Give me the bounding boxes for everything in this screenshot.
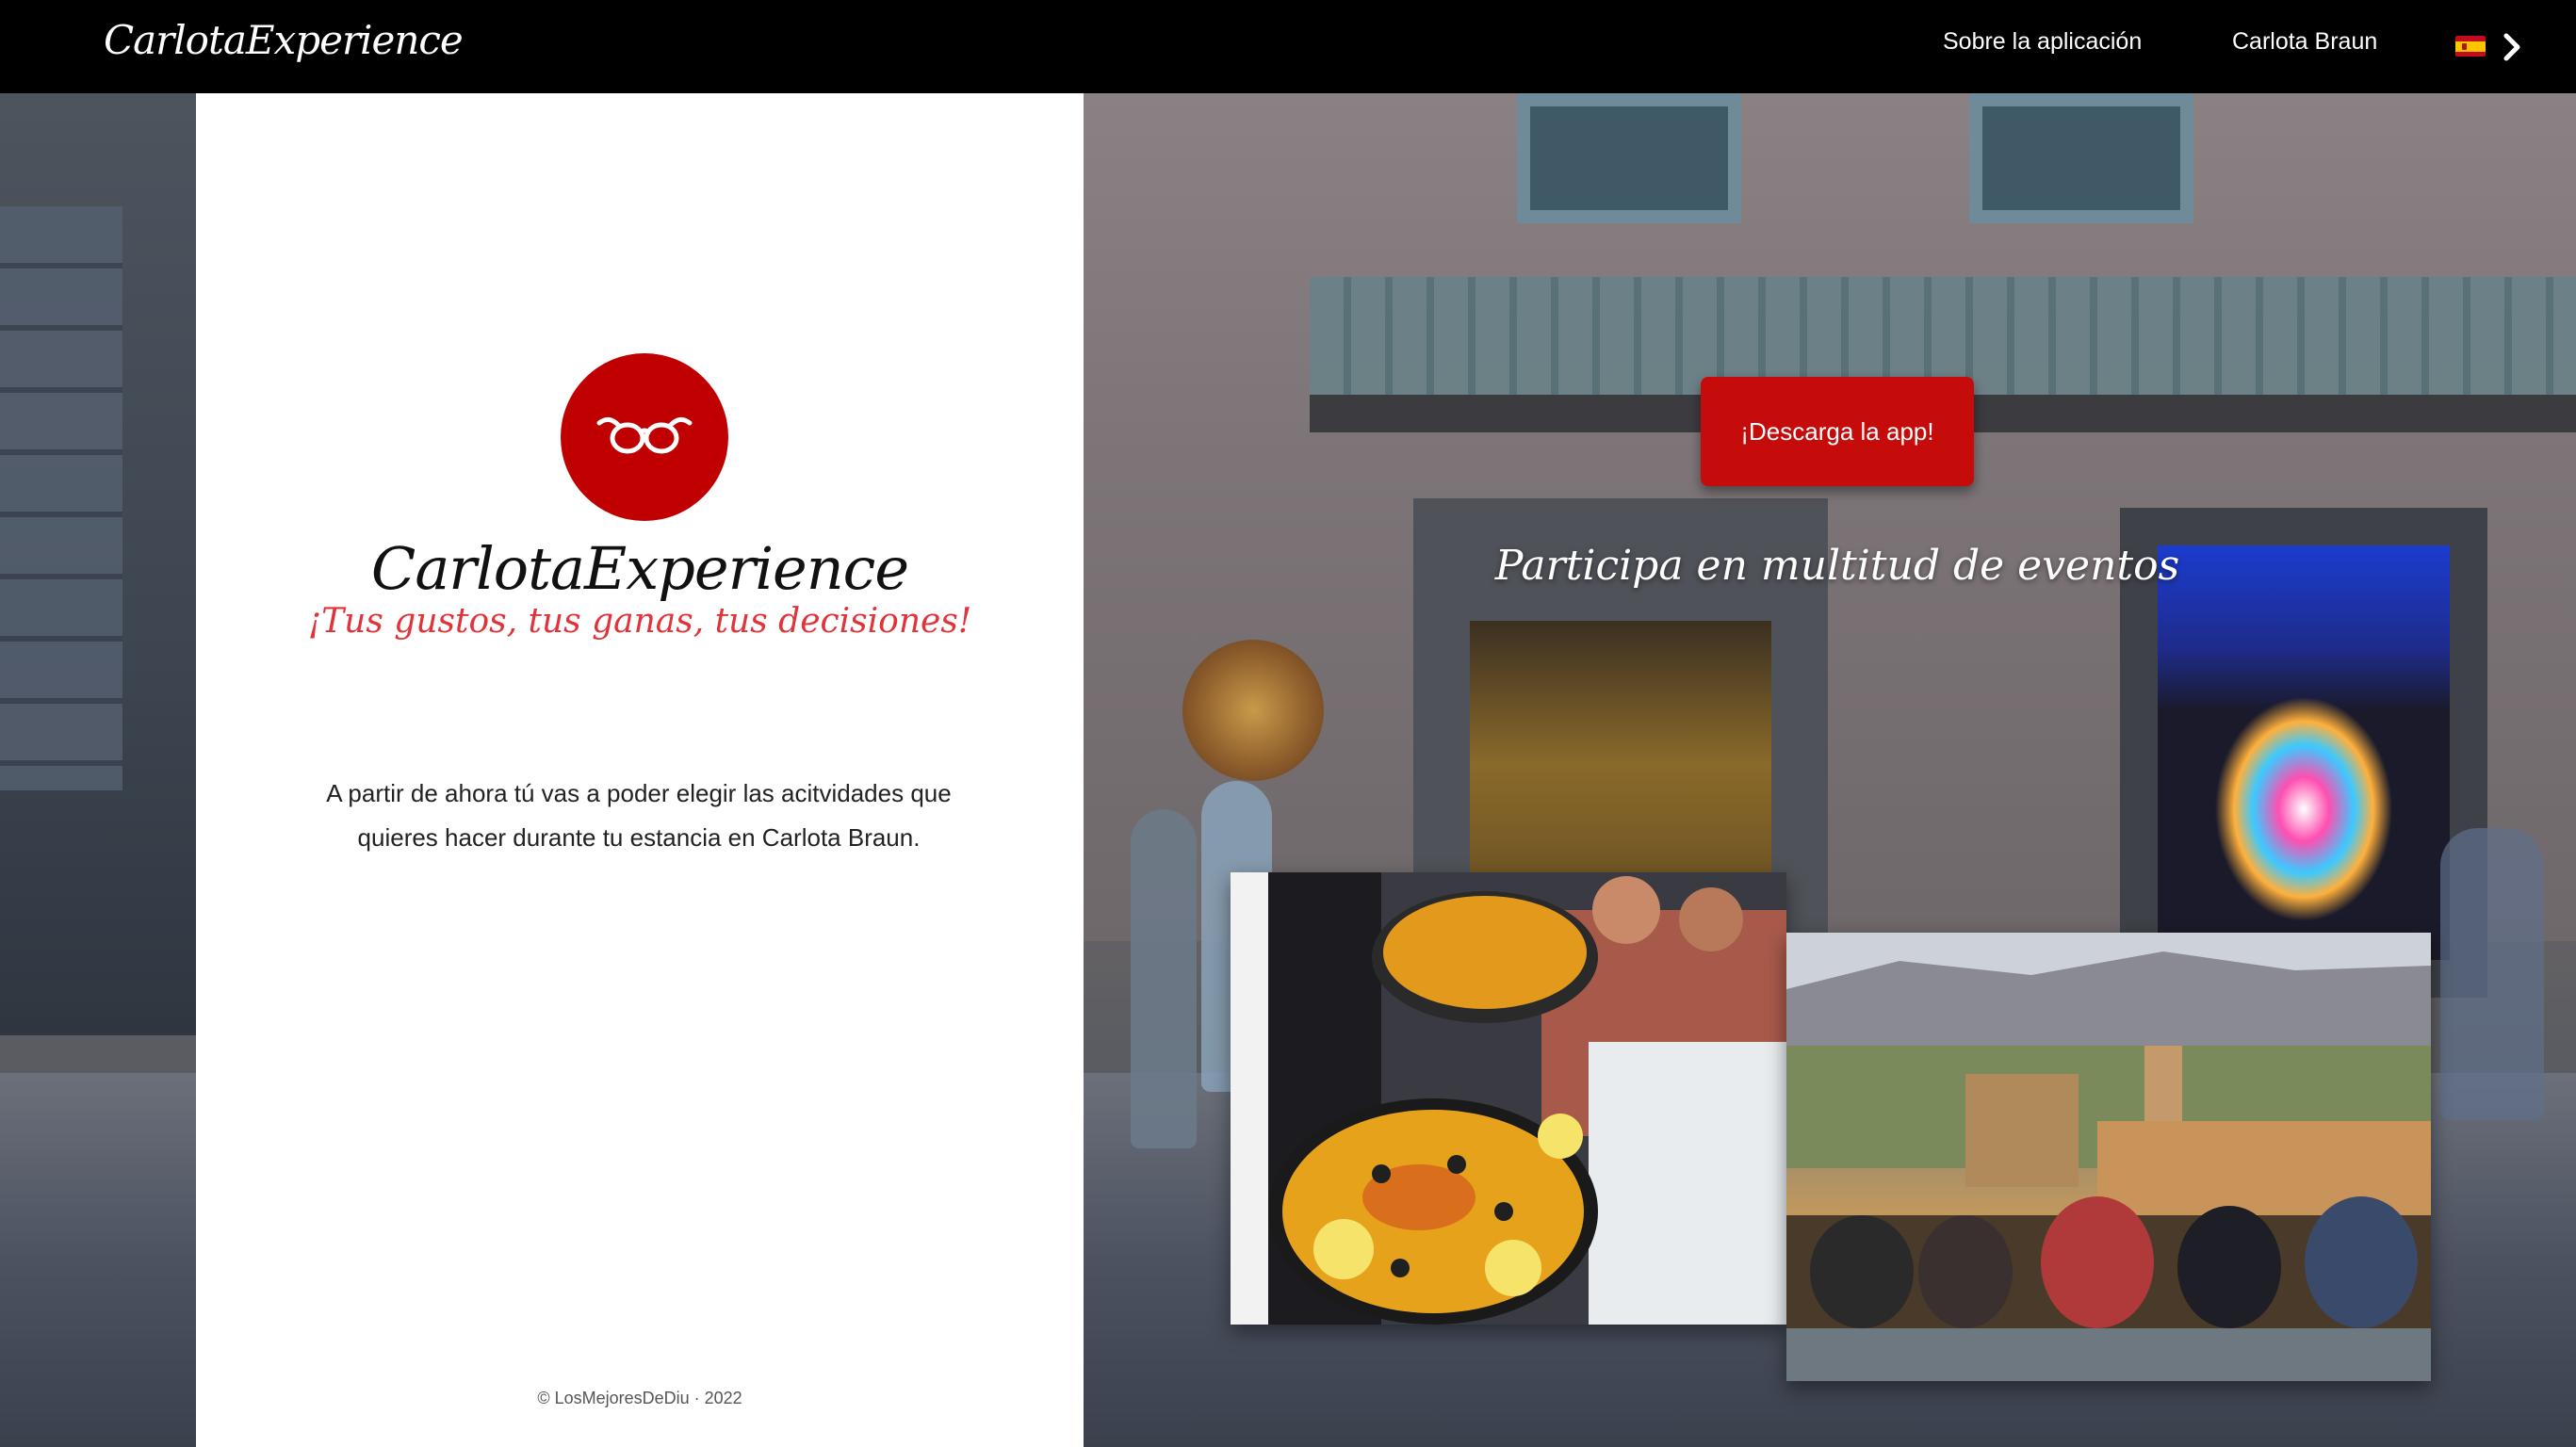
neon-poster: [2214, 696, 2393, 922]
spain-flag-icon[interactable]: [2455, 36, 2486, 57]
pedestrian: [1131, 809, 1197, 1148]
glasses-icon: [596, 416, 693, 454]
tagline: ¡Tus gustos, tus ganas, tus decisiones!: [307, 602, 972, 641]
events-tagline: Participa en multitud de eventos: [1494, 542, 2180, 590]
intro-text: A partir de ahora tú vas a poder elegir …: [326, 779, 952, 852]
nav-about-link[interactable]: Sobre la aplicación: [1943, 28, 2142, 56]
pedestrian: [2440, 828, 2544, 1120]
logo-badge: [561, 353, 728, 521]
intro-panel: CarlotaExperience ¡Tus gustos, tus ganas…: [196, 93, 1084, 1447]
carlota-braun-sign: [1182, 640, 1324, 781]
chevron-right-icon[interactable]: [2497, 28, 2527, 66]
nav-carlota-braun-link[interactable]: Carlota Braun: [2232, 28, 2377, 56]
logo-title: CarlotaExperience: [370, 534, 909, 603]
upper-window: [1969, 93, 2193, 223]
brand-logo[interactable]: CarlotaExperience: [104, 17, 464, 63]
top-navbar: CarlotaExperience Sobre la aplicación Ca…: [0, 0, 2576, 93]
footer-copyright: © LosMejoresDeDiu · 2022: [537, 1389, 742, 1407]
download-app-button[interactable]: ¡Descarga la app!: [1701, 377, 1974, 486]
alhambra-photo: [1786, 933, 2431, 1381]
paella-photo: [1231, 872, 1786, 1325]
upper-window: [1517, 93, 1741, 223]
left-building-stones: [0, 206, 122, 790]
